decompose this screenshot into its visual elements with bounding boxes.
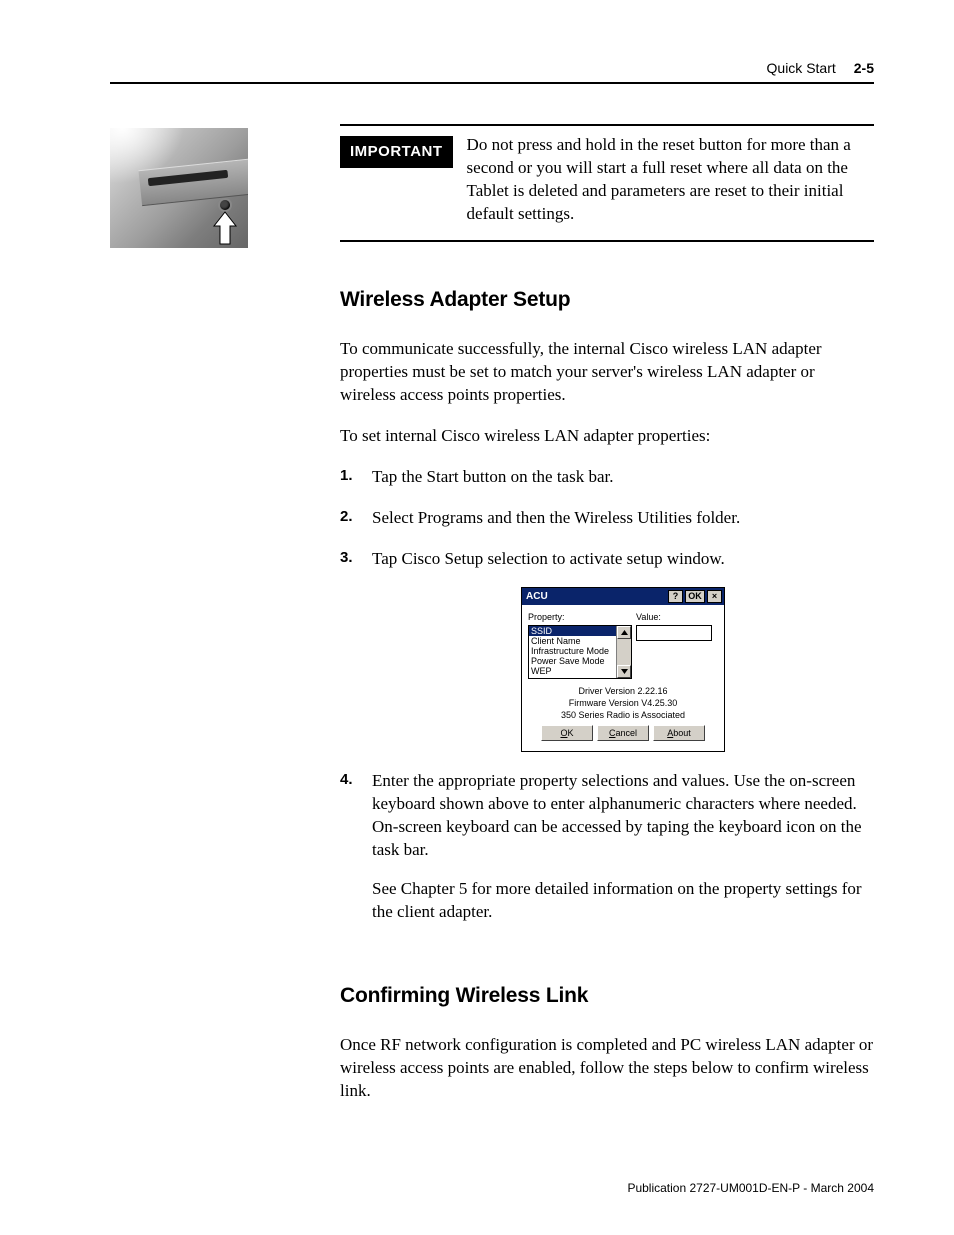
list-item[interactable]: WEP: [529, 666, 617, 676]
section-title-confirming-link: Confirming Wireless Link: [340, 982, 874, 1010]
list-item[interactable]: Power Save Mode: [529, 656, 617, 666]
scrollbar[interactable]: [616, 626, 631, 678]
list-item[interactable]: Client Name: [529, 636, 617, 646]
up-arrow-icon: [212, 210, 238, 246]
content-columns: IMPORTANT Do not press and hold in the r…: [110, 124, 874, 1121]
step-item: Tap the Start button on the task bar.: [340, 466, 874, 489]
dialog-figure: ACU ? OK × Property: Value:: [372, 587, 874, 753]
dialog-property-row: SSID Client Name Infrastructure Mode Pow…: [528, 625, 718, 679]
status-line: Driver Version 2.22.16: [528, 685, 718, 697]
close-button[interactable]: ×: [707, 590, 722, 603]
body-paragraph: Once RF network configuration is complet…: [340, 1034, 874, 1103]
important-badge: IMPORTANT: [340, 136, 453, 168]
dialog-titlebar: ACU ? OK ×: [522, 588, 724, 606]
step-text: Enter the appropriate property selection…: [372, 770, 874, 862]
help-button[interactable]: ?: [668, 590, 683, 603]
list-item-selected[interactable]: SSID: [529, 626, 617, 636]
scroll-down-icon[interactable]: [617, 665, 631, 678]
body-paragraph: To communicate successfully, the interna…: [340, 338, 874, 407]
section-title-wireless-adapter: Wireless Adapter Setup: [340, 286, 874, 314]
important-rule-top: [340, 124, 874, 126]
listbox-items: SSID Client Name Infrastructure Mode Pow…: [529, 626, 617, 678]
step-item: Tap Cisco Setup selection to activate se…: [340, 548, 874, 753]
status-line: Firmware Version V4.25.30: [528, 697, 718, 709]
value-input[interactable]: [636, 625, 712, 641]
property-listbox[interactable]: SSID Client Name Infrastructure Mode Pow…: [528, 625, 632, 679]
dialog-ok-button[interactable]: OK: [541, 725, 593, 741]
step-text: Tap the Start button on the task bar.: [372, 466, 874, 489]
dialog-buttons: OK Cancel About: [528, 725, 718, 747]
dialog-about-button[interactable]: About: [653, 725, 705, 741]
header-rule: [110, 82, 874, 84]
device-photo: [110, 128, 248, 248]
value-label: Value:: [636, 611, 661, 623]
left-column: [110, 124, 340, 248]
status-line: 350 Series Radio is Associated: [528, 709, 718, 721]
dialog-cancel-button[interactable]: Cancel: [597, 725, 649, 741]
acu-dialog: ACU ? OK × Property: Value:: [521, 587, 725, 753]
ok-title-button[interactable]: OK: [685, 590, 705, 603]
important-callout: IMPORTANT Do not press and hold in the r…: [340, 134, 874, 226]
steps-list: Tap the Start button on the task bar. Se…: [340, 466, 874, 924]
right-column: IMPORTANT Do not press and hold in the r…: [340, 124, 874, 1121]
body-paragraph: To set internal Cisco wireless LAN adapt…: [340, 425, 874, 448]
page-header: Quick Start 2-5: [110, 60, 874, 76]
dialog-body: Property: Value: SSID Client Name Infras…: [522, 605, 724, 751]
step-text: Tap Cisco Setup selection to activate se…: [372, 548, 874, 571]
step-item: Enter the appropriate property selection…: [340, 770, 874, 924]
dialog-labels-row: Property: Value:: [528, 611, 718, 623]
important-rule-bottom: [340, 240, 874, 242]
header-section-label: Quick Start: [767, 60, 836, 76]
important-text: Do not press and hold in the reset butto…: [467, 134, 874, 226]
list-item[interactable]: Infrastructure Mode: [529, 646, 617, 656]
step-text: See Chapter 5 for more detailed informat…: [372, 878, 874, 924]
publication-footer: Publication 2727-UM001D-EN-P - March 200…: [627, 1181, 874, 1195]
property-label: Property:: [528, 611, 636, 623]
titlebar-buttons: ? OK ×: [668, 590, 722, 603]
step-item: Select Programs and then the Wireless Ut…: [340, 507, 874, 530]
reset-button-icon: [220, 200, 230, 210]
step-text: Select Programs and then the Wireless Ut…: [372, 507, 874, 530]
page: Quick Start 2-5 IMPORTANT Do not pre: [0, 0, 954, 1235]
scroll-up-icon[interactable]: [617, 626, 631, 639]
dialog-title: ACU: [526, 590, 548, 604]
header-page-number: 2-5: [854, 60, 874, 76]
dialog-status: Driver Version 2.22.16 Firmware Version …: [528, 685, 718, 721]
